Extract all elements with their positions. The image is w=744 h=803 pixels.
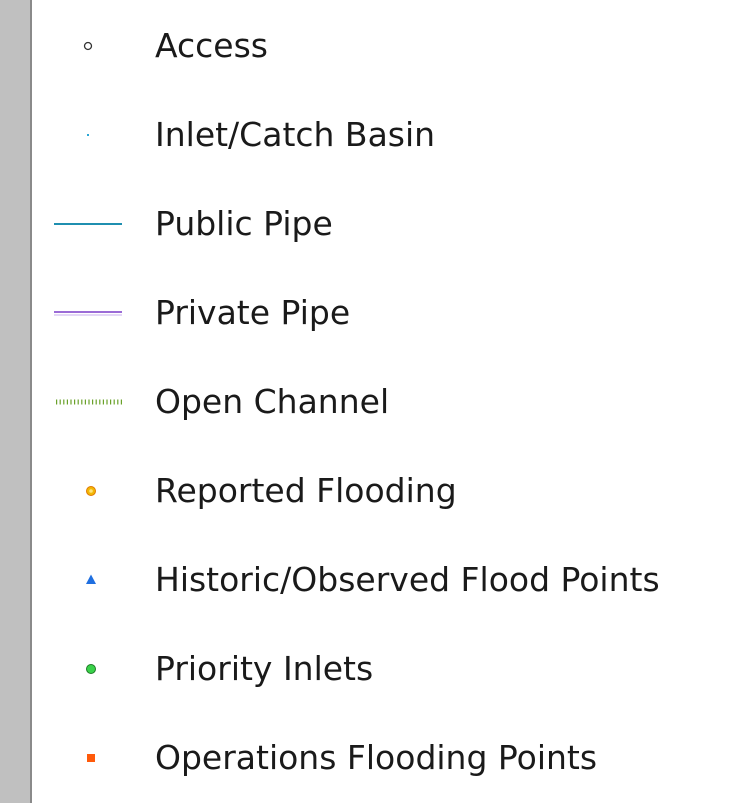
legend-item-label: Inlet/Catch Basin	[155, 115, 436, 154]
solid-line-icon	[34, 194, 142, 254]
legend-item-priority-inlets: Priority Inlets	[34, 639, 744, 699]
legend-item-label: Historic/Observed Flood Points	[155, 560, 660, 599]
legend-item-label: Public Pipe	[155, 204, 333, 243]
dot-icon	[34, 105, 142, 165]
legend-item-label: Access	[155, 26, 268, 65]
dashed-line-icon	[34, 372, 142, 432]
legend-item-open-channel: Open Channel	[34, 372, 744, 432]
ring-circle-icon	[34, 461, 142, 521]
legend-item-label: Priority Inlets	[155, 649, 374, 688]
legend-item-historic-observed-flood-points: Historic/Observed Flood Points	[34, 550, 744, 610]
legend-item-public-pipe: Public Pipe	[34, 194, 744, 254]
double-line-icon	[34, 283, 142, 343]
legend-list: Access Inlet/Catch Basin Public Pipe Pri…	[34, 0, 744, 803]
legend-item-inlet-catch-basin: Inlet/Catch Basin	[34, 105, 744, 165]
square-icon	[34, 728, 142, 788]
legend-item-reported-flooding: Reported Flooding	[34, 461, 744, 521]
legend-item-label: Operations Flooding Points	[155, 738, 598, 777]
green-circle-icon	[34, 639, 142, 699]
legend-item-label: Open Channel	[155, 382, 390, 421]
legend-item-label: Reported Flooding	[155, 471, 457, 510]
legend-item-access: Access	[34, 16, 744, 76]
triangle-icon	[34, 550, 142, 610]
legend-item-label: Private Pipe	[155, 293, 351, 332]
hollow-circle-icon	[34, 16, 142, 76]
legend-panel: Access Inlet/Catch Basin Public Pipe Pri…	[0, 0, 744, 803]
legend-item-operations-flooding-points: Operations Flooding Points	[34, 728, 744, 788]
panel-side-strip	[0, 0, 32, 803]
legend-item-private-pipe: Private Pipe	[34, 283, 744, 343]
